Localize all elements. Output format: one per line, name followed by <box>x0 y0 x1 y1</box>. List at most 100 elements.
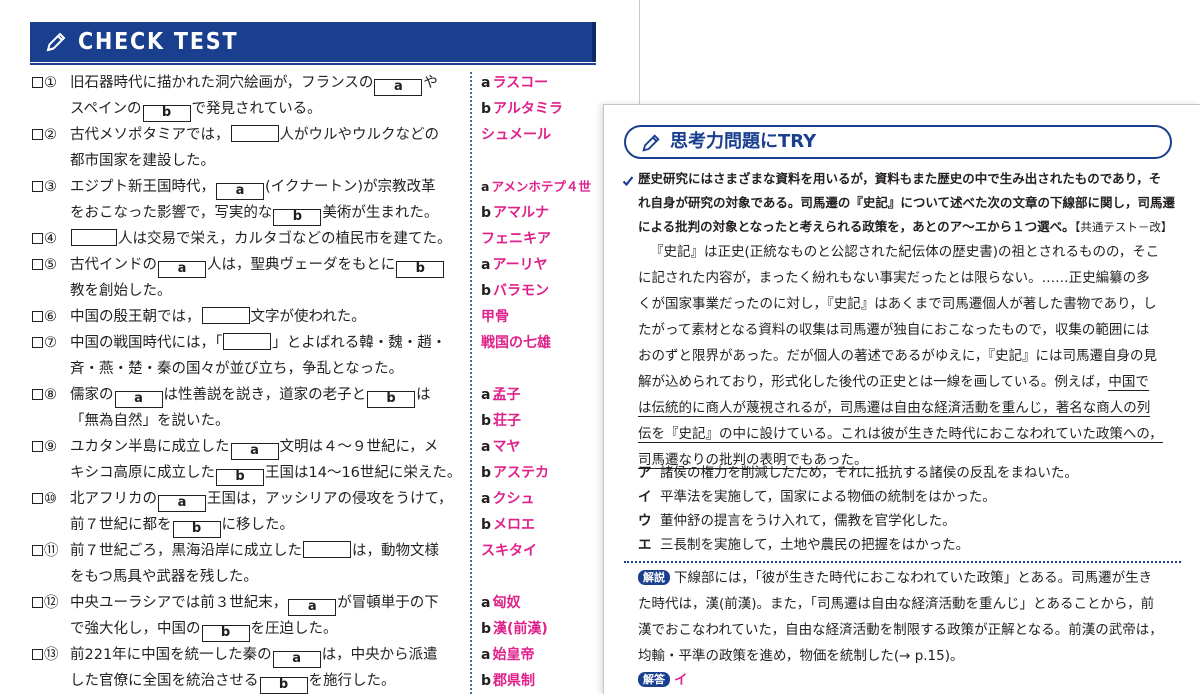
question-text: 旧石器時代に描かれた洞穴絵画が，フランスの a や <box>70 75 438 96</box>
answer-blank: b <box>367 391 416 408</box>
passage-line: おのずと限界があった。だが個人の著述であるがゆえに，『史記』には司馬遷自身の見 <box>638 348 1157 364</box>
answer: a マヤ <box>481 439 521 455</box>
passage-line: に記された内容が，まったく紛れもない事実だったとは限らない。……正史編纂の多 <box>638 270 1150 286</box>
checkmark-icon <box>622 176 634 187</box>
answer: シュメール <box>481 127 551 143</box>
answer-blank: b <box>273 209 322 226</box>
question-text: キシコ高原に成立した b 王国は14～16世紀に栄えた。 <box>70 465 462 486</box>
question-number: ⑤ <box>32 252 72 278</box>
checkbox[interactable] <box>32 77 43 88</box>
question-text: 斉・燕・楚・秦の国々が並び立ち，争乱となった。 <box>70 361 404 377</box>
answer-blank: b <box>172 521 221 538</box>
checkbox[interactable] <box>32 181 43 192</box>
checkbox[interactable] <box>32 649 43 660</box>
answer-blank: b <box>259 677 308 694</box>
answer-value: イ <box>674 672 688 688</box>
checkbox[interactable] <box>32 259 43 270</box>
passage-line: は伝統的に商人が蔑視されるが，司馬遷は自由な経済活動を重んじ，著名な商人の列 <box>638 395 1151 421</box>
passage-line: たがって素材となる資料の収集は司馬遷が独自におこなったもので，収集の範囲には <box>638 322 1150 338</box>
answer-blank: a <box>158 495 206 512</box>
question-text: 中国の戦国時代には，「 」とよばれる韓・魏・趙・ <box>70 333 447 351</box>
answer: フェニキア <box>481 231 551 247</box>
checkbox[interactable] <box>32 545 43 556</box>
explanation-badge: 解説 <box>638 570 670 585</box>
check-test-banner: CHECK TEST <box>30 22 596 65</box>
question-text: 儒家の a は性善説を説き，道家の老子と b は <box>70 387 431 408</box>
underlined-text: は伝統的に商人が蔑視されるが，司馬遷は自由な経済活動を重んじ，著名な商人の列 <box>638 400 1151 417</box>
question-text: スペインの b で発見されている。 <box>70 101 322 122</box>
question-text: 教を創始した。 <box>70 283 172 299</box>
answer: a 匈奴 <box>481 595 521 611</box>
question-text: 古代インドの a 人は，聖典ヴェーダをもとに b <box>70 252 445 278</box>
question-text: をもつ馬具や武器を残した。 <box>70 569 258 585</box>
answer: b 郡県制 <box>481 673 536 689</box>
question-text: 「無為自然」を説いた。 <box>70 413 230 429</box>
answer-blank <box>71 229 117 246</box>
checkbox[interactable] <box>32 441 43 452</box>
choice-e: エ三長制を実施して，土地や農民の把握をはかった。 <box>638 537 970 553</box>
question-number: ⑨ <box>32 434 72 460</box>
answer: a 始皇帝 <box>481 647 535 663</box>
answer-blank: a <box>230 443 279 460</box>
question-text: 人は交易で栄え，カルタゴなどの植民市を建てた。 <box>70 226 452 252</box>
answer: スキタイ <box>481 543 537 559</box>
checkbox[interactable] <box>32 129 43 140</box>
pencil-icon <box>642 134 660 152</box>
question-line: れ自身が研究の対象である。司馬遷の『史記』について述べた次の文章の下線部に関し，… <box>638 195 1176 210</box>
answer-blank: a <box>114 391 163 408</box>
answer-blank: b <box>142 105 191 122</box>
question-text: 前221年に中国を統一した秦の a は，中央から派遣 <box>70 647 438 668</box>
passage-line: 解が込められており，形式化した後代の正史とは一線を画している。例えば，中国で <box>638 374 1149 391</box>
section-separator <box>624 561 1181 563</box>
checkbox[interactable] <box>32 311 43 322</box>
answer-blank: a <box>272 651 321 668</box>
question-number: ④ <box>32 226 72 252</box>
answer: a ラスコー <box>481 75 549 91</box>
source-note: 【共通テスト－改】 <box>1074 220 1173 234</box>
answer: b 荘子 <box>481 413 522 429</box>
explanation-line: た時代は，漢(前漢)。また，「司馬遷は自由な経済活動を重んじ」とあることから，前 <box>638 596 1155 612</box>
question-number: ⑫ <box>32 590 72 616</box>
choice-u: ウ董仲舒の提言をうけ入れて，儒教を官学化した。 <box>638 513 956 529</box>
try-title-box: 思考力問題にTRY <box>624 125 1172 159</box>
question-number: ③ <box>32 174 72 200</box>
answer: a クシュ <box>481 491 535 507</box>
answer-blank <box>201 307 250 324</box>
passage-line: 伝を『史記』の中に設けている。これは彼が生きた時代におこなわれていた政策への， <box>638 421 1163 447</box>
checkbox[interactable] <box>32 389 43 400</box>
checkbox[interactable] <box>32 597 43 608</box>
choice-i: イ平準法を実施して，国家による物価の統制をはかった。 <box>638 489 996 505</box>
question-text: ユカタン半島に成立した a 文明は４～９世紀に，メ <box>70 439 439 460</box>
explanation-line: 漢でおこなわれていた，自由な経済活動を制限する政策が正解となる。前漢の武帝は， <box>638 622 1163 638</box>
answer-blank <box>230 125 279 142</box>
question-number: ⑥ <box>32 304 72 330</box>
answer-blank: a <box>158 261 206 278</box>
checkbox[interactable] <box>32 493 43 504</box>
answer-blank <box>223 333 272 350</box>
answer: b アステカ <box>481 465 550 481</box>
check-test-page: CHECK TEST ① 旧石器時代に描かれた洞穴絵画が，フランスの a や スペイ… <box>0 0 640 694</box>
answer: b アマルナ <box>481 205 550 221</box>
checkbox[interactable] <box>32 233 43 244</box>
pencil-icon <box>46 32 66 52</box>
answer-divider <box>470 72 472 694</box>
question-text: 中国の殷王朝では， 文字が使われた。 <box>70 307 366 325</box>
answer-badge: 解答 <box>638 672 670 687</box>
question-text: 都市国家を建設した。 <box>70 153 215 169</box>
answer: b 漢(前漢) <box>481 621 548 637</box>
question-number: ⑧ <box>32 382 72 408</box>
check-test-title: CHECK TEST <box>78 29 239 55</box>
answer-line: 解答イ <box>638 667 688 693</box>
answer: a アーリヤ <box>481 257 548 273</box>
question-line: による批判の対象となったと考えられる政策を，あとのア～エから１つ選べ。【共通テス… <box>638 219 1173 234</box>
question-text: をおこなった影響で，写実的な b 美術が生まれた。 <box>70 205 439 226</box>
answer-blank: a <box>216 183 264 200</box>
question-text: 中央ユーラシアでは前３世紀末， a が冒頓単于の下 <box>70 595 439 616</box>
answer: b メロエ <box>481 517 536 533</box>
checkbox[interactable] <box>32 337 43 348</box>
question-number: ⑬ <box>32 642 72 668</box>
question-text: エジプト新王国時代， a (イクナートン)が宗教改革 <box>70 179 436 200</box>
answer-blank: b <box>396 261 445 278</box>
answer-blank: a <box>374 79 423 96</box>
question-number: ② <box>32 122 72 148</box>
